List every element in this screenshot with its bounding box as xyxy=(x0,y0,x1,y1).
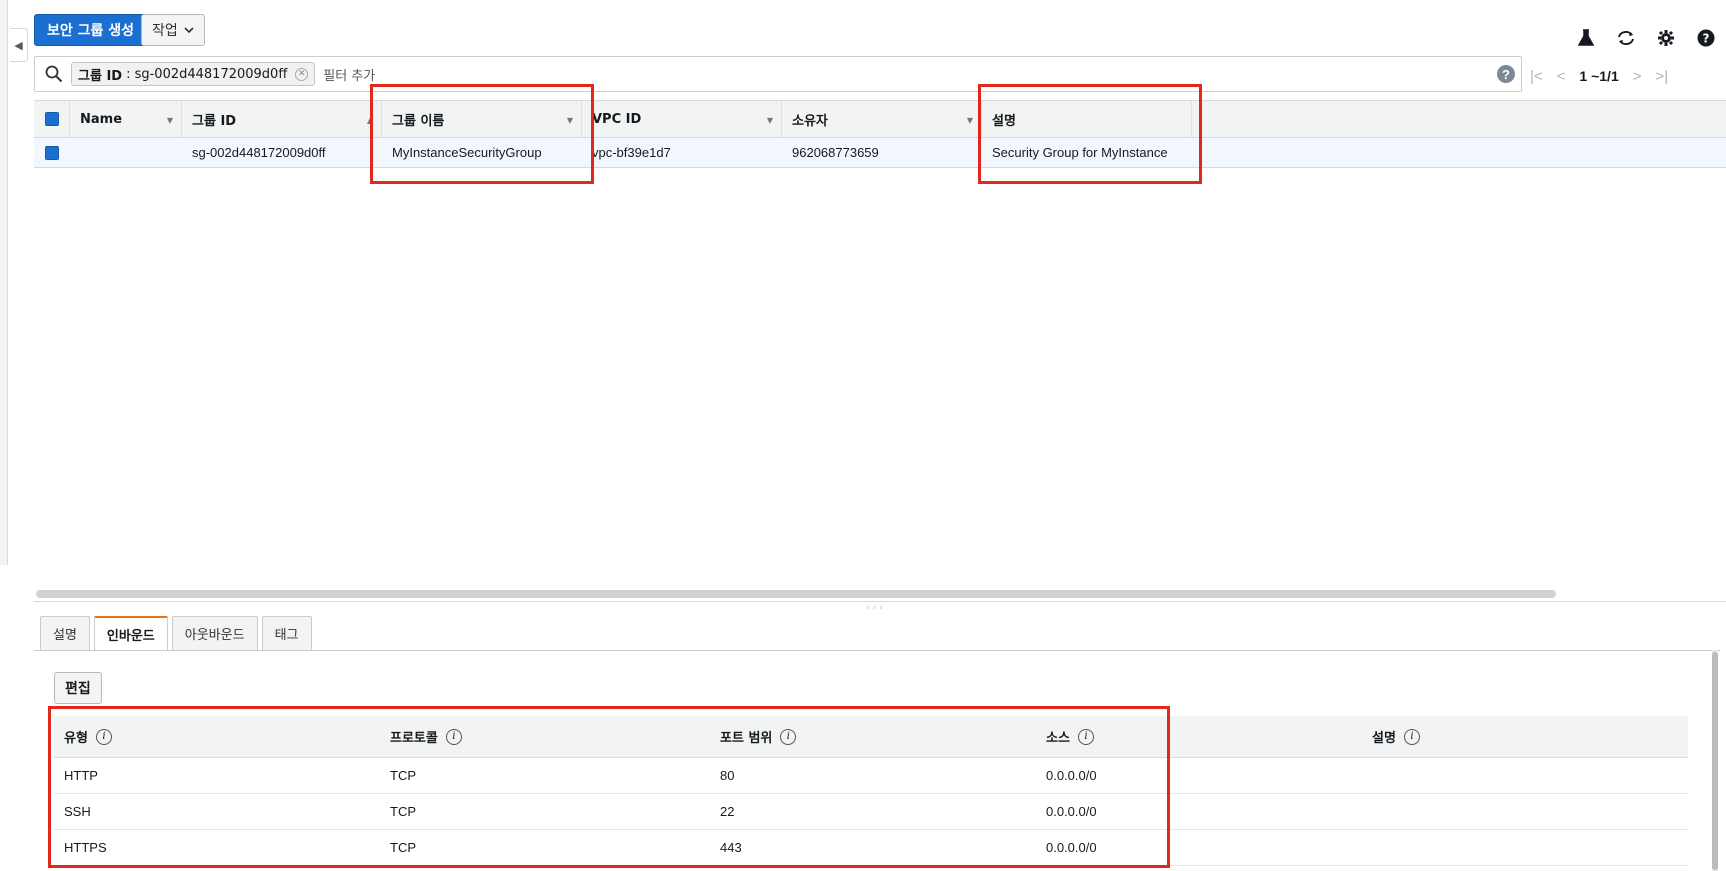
splitter-grip-icon[interactable]: ▫▫▫ xyxy=(866,603,887,612)
next-page-icon[interactable]: > xyxy=(1633,68,1642,85)
tab-divider xyxy=(34,650,1720,651)
table-row[interactable]: sg-002d448172009d0ff MyInstanceSecurityG… xyxy=(34,138,1726,168)
security-groups-table: Name ▼ 그룹 ID ▲ 그룹 이름 ▼ VPC ID ▼ 소유자 ▼ 설명 sg-0… xyxy=(34,100,1726,168)
vertical-scrollbar-thumb[interactable] xyxy=(1712,652,1718,870)
rule-description xyxy=(1362,758,1372,793)
pagination: |< < 1 ~1/1 > >| xyxy=(1530,64,1720,88)
col-rule-description: 설명 i xyxy=(1362,716,1688,757)
highlight-box-description xyxy=(978,84,1202,184)
tab-tags[interactable]: 태그 xyxy=(261,616,312,650)
panel-splitter[interactable] xyxy=(34,601,1726,602)
filter-chip-value: : sg-002d448172009d0ff xyxy=(126,66,288,82)
chevron-down-icon xyxy=(184,27,194,34)
tab-outbound[interactable]: 아웃바운드 xyxy=(171,616,258,650)
search-filter-bar[interactable]: 그룹 ID : sg-002d448172009d0ff ✕ 필터 추가 ? xyxy=(34,56,1522,92)
col-name[interactable]: Name ▼ xyxy=(70,101,182,137)
tab-inbound[interactable]: 인바운드 xyxy=(93,616,168,650)
create-security-group-button[interactable]: 보안 그룹 생성 xyxy=(34,14,148,46)
first-page-icon[interactable]: |< xyxy=(1530,68,1543,85)
cell-vpc-id: vpc-bf39e1d7 xyxy=(592,145,671,160)
col-group-id[interactable]: 그룹 ID ▲ xyxy=(182,101,382,137)
search-icon xyxy=(45,65,63,83)
refresh-icon[interactable] xyxy=(1606,26,1646,50)
actions-dropdown[interactable]: 작업 xyxy=(141,14,205,46)
select-all-cell[interactable] xyxy=(34,101,70,137)
cell-group-id: sg-002d448172009d0ff xyxy=(192,145,326,160)
select-all-checkbox[interactable] xyxy=(44,112,59,126)
col-owner[interactable]: 소유자 ▼ xyxy=(782,101,982,137)
row-checkbox[interactable] xyxy=(45,145,59,160)
actions-label: 작업 xyxy=(152,23,178,39)
cell-name xyxy=(70,138,182,167)
collapse-sidebar-button[interactable]: ◀ xyxy=(10,28,28,62)
cell-owner: 962068773659 xyxy=(792,145,879,160)
chevron-left-icon: ◀ xyxy=(14,39,23,52)
flask-icon[interactable] xyxy=(1566,26,1606,50)
help-icon[interactable]: ? xyxy=(1686,26,1726,50)
add-filter-input[interactable]: 필터 추가 xyxy=(323,65,375,84)
gear-icon[interactable] xyxy=(1646,26,1686,50)
highlight-box-inbound-rules xyxy=(48,706,1170,868)
horizontal-scrollbar[interactable] xyxy=(36,590,1556,598)
edit-button[interactable]: 편집 xyxy=(54,672,102,704)
search-help-icon[interactable]: ? xyxy=(1497,65,1515,83)
filter-chip-key: 그룹 ID xyxy=(78,68,123,84)
detail-tabs: 설명 인바운드 아웃바운드 태그 xyxy=(40,616,312,650)
left-panel-strip xyxy=(0,0,8,565)
highlight-box-group-name xyxy=(370,84,594,184)
remove-filter-icon[interactable]: ✕ xyxy=(295,67,309,81)
row-select-cell[interactable] xyxy=(34,138,70,167)
last-page-icon[interactable]: >| xyxy=(1656,68,1669,85)
filter-chip[interactable]: 그룹 ID : sg-002d448172009d0ff ✕ xyxy=(71,62,316,86)
prev-page-icon[interactable]: < xyxy=(1557,68,1566,85)
page-indicator: 1 ~1/1 xyxy=(1579,68,1619,84)
col-vpc-id[interactable]: VPC ID ▼ xyxy=(582,101,782,137)
tab-description[interactable]: 설명 xyxy=(40,616,90,650)
rule-description xyxy=(1362,794,1372,829)
info-icon[interactable]: i xyxy=(1403,728,1420,745)
svg-text:?: ? xyxy=(1703,32,1710,46)
toolbar-icons: ? xyxy=(1566,26,1726,50)
table-header: Name ▼ 그룹 ID ▲ 그룹 이름 ▼ VPC ID ▼ 소유자 ▼ 설명 xyxy=(34,100,1726,138)
rule-description xyxy=(1362,830,1372,865)
